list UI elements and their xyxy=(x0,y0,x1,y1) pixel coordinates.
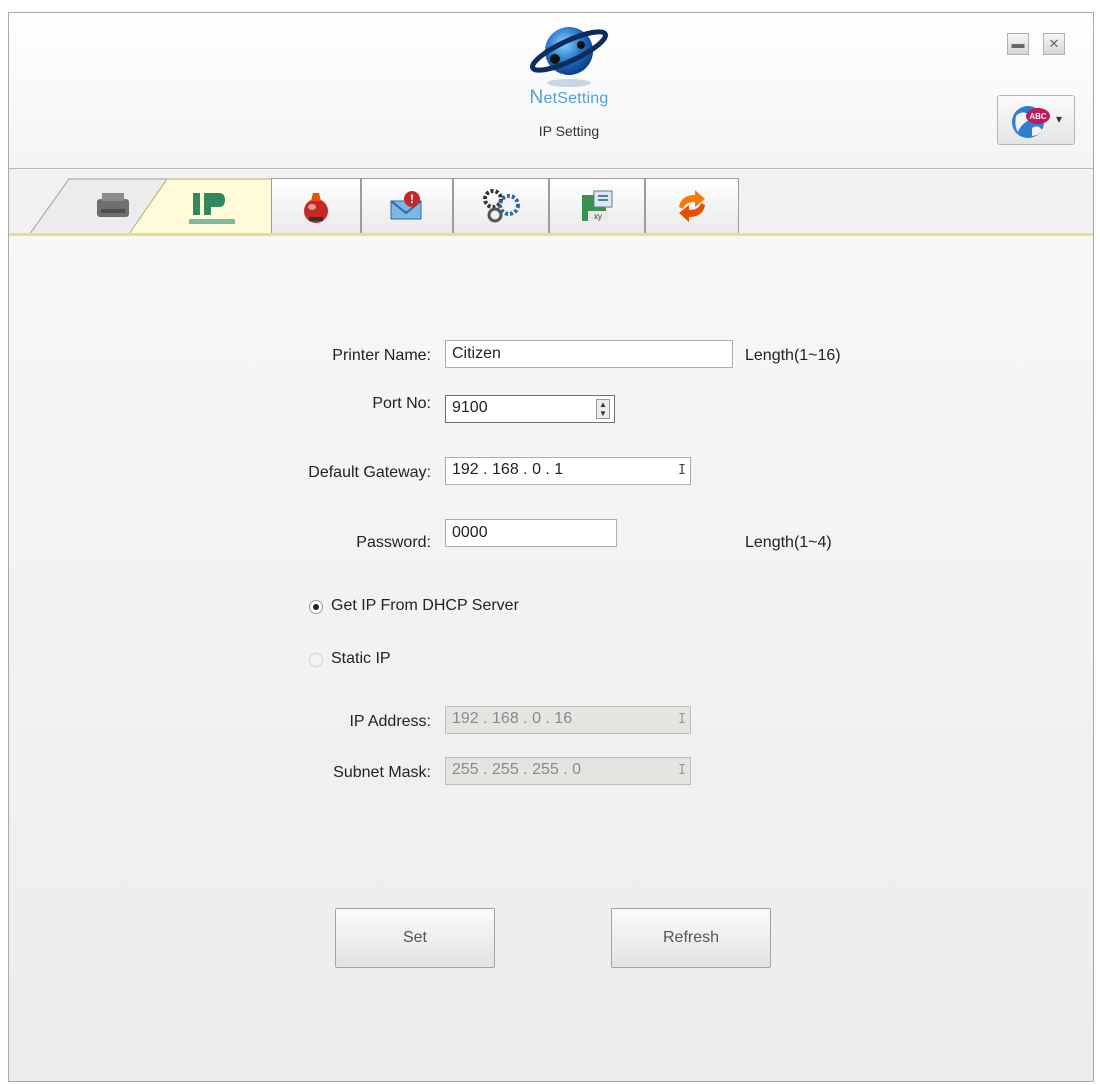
netsetting-logo-icon xyxy=(530,27,608,87)
mail-alert-icon: ! xyxy=(390,191,422,220)
minimize-icon: ▬ xyxy=(1011,36,1025,51)
subnet-mask-label: Subnet Mask: xyxy=(333,764,431,781)
page-subtitle: IP Setting xyxy=(538,123,600,139)
svg-text:xy: xy xyxy=(594,212,602,221)
svg-text:!: ! xyxy=(410,192,414,206)
chevron-down-icon: ▾ xyxy=(1056,112,1063,126)
printer-icon xyxy=(97,193,129,217)
tab-mail[interactable]: ! xyxy=(361,178,453,233)
default-gateway-value: 192 . 168 . 0 . 1 xyxy=(452,461,564,478)
dhcp-radio-label: Get IP From DHCP Server xyxy=(331,597,519,614)
app-header: NetSetting IP Setting ▬ ✕ ABC ▾ xyxy=(9,13,1093,169)
alarm-bell-icon xyxy=(304,193,328,223)
netsetting-window: NetSetting IP Setting ▬ ✕ ABC ▾ ! xy Pri… xyxy=(8,12,1094,1082)
port-label: Port No: xyxy=(372,395,431,412)
spin-arrows-icon[interactable]: ▲ ▼ xyxy=(596,399,610,419)
ip-address-value: 192 . 168 . 0 . 16 xyxy=(452,710,573,727)
refresh-button[interactable]: Refresh xyxy=(611,908,771,968)
tab-printer[interactable] xyxy=(79,185,159,229)
static-ip-radio-label: Static IP xyxy=(331,650,391,667)
ibeam-icon: I xyxy=(678,463,686,478)
subnet-mask-value: 255 . 255 . 255 . 0 xyxy=(452,761,581,778)
port-value: 9100 xyxy=(452,399,488,416)
ip-address-field[interactable]: 192 . 168 . 0 . 16 I xyxy=(445,706,691,734)
gears-icon xyxy=(483,189,520,223)
tab-configuration[interactable] xyxy=(453,178,549,233)
language-dropdown[interactable]: ABC ▾ xyxy=(997,95,1075,145)
default-gateway-label: Default Gateway: xyxy=(308,464,431,481)
static-ip-radio[interactable] xyxy=(309,653,323,667)
dhcp-radio[interactable] xyxy=(309,600,323,614)
kbd-icon: xy xyxy=(582,190,613,221)
port-number-stepper[interactable]: 9100 ▲ ▼ xyxy=(445,395,615,423)
svg-text:ABC: ABC xyxy=(1029,112,1047,121)
refresh-arrows-icon xyxy=(679,190,705,222)
tab-restore[interactable] xyxy=(645,178,739,233)
tab-keyboard[interactable]: xy xyxy=(549,178,645,233)
tab-network[interactable] xyxy=(169,185,269,233)
abc-globe-icon: ABC xyxy=(1012,106,1050,138)
set-button[interactable]: Set xyxy=(335,908,495,968)
printer-name-input[interactable] xyxy=(445,340,733,368)
ip-network-icon xyxy=(189,193,235,224)
ip-setting-panel: Printer Name: Length(1~16) Port No: 9100… xyxy=(9,236,1093,1081)
subnet-mask-field[interactable]: 255 . 255 . 255 . 0 I xyxy=(445,757,691,785)
password-input[interactable] xyxy=(445,519,617,547)
app-name: NetSetting xyxy=(529,87,609,108)
tab-alarm[interactable] xyxy=(271,178,361,233)
close-icon: ✕ xyxy=(1048,36,1060,51)
ip-address-label: IP Address: xyxy=(349,713,431,730)
printer-name-length-hint: Length(1~16) xyxy=(745,347,841,364)
password-length-hint: Length(1~4) xyxy=(745,534,832,551)
default-gateway-ip-field[interactable]: 192 . 168 . 0 . 1 I xyxy=(445,457,691,485)
minimize-button[interactable]: ▬ xyxy=(1007,33,1029,55)
printer-name-label: Printer Name: xyxy=(332,347,431,364)
close-button[interactable]: ✕ xyxy=(1043,33,1065,55)
password-label: Password: xyxy=(356,534,431,551)
ibeam-icon: I xyxy=(678,763,686,778)
ibeam-icon: I xyxy=(678,712,686,727)
